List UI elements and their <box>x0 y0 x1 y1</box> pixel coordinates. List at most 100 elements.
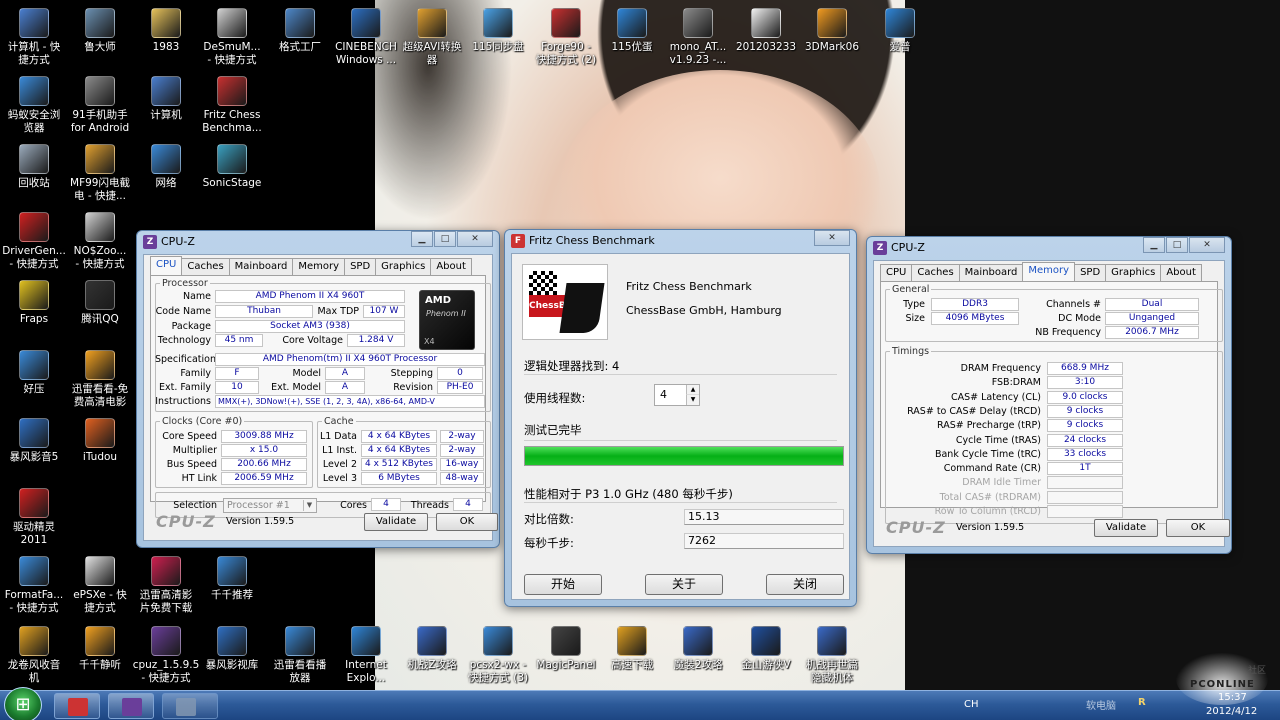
window-titlebar[interactable]: Z CPU-Z ▁ □ ✕ <box>867 237 1231 259</box>
minimize-button[interactable]: ▁ <box>1143 237 1165 253</box>
desktop-icon[interactable]: SonicStage <box>198 144 266 190</box>
watermark-text: PCONLINE <box>1190 679 1255 690</box>
separator <box>524 502 837 503</box>
clock-date[interactable]: 2012/4/12 <box>1206 706 1257 717</box>
desktop-icon[interactable]: Forge90 - 快捷方式 (2) <box>532 8 600 67</box>
desktop-icon[interactable]: 115优蛋 <box>598 8 666 54</box>
desktop-icon[interactable]: 计算机 <box>132 76 200 122</box>
desktop-icon[interactable]: MagicPanel <box>532 626 600 672</box>
cpuz-memory-window[interactable]: Z CPU-Z ▁ □ ✕ CPU Caches Mainboard Memor… <box>866 236 1232 554</box>
desktop-icon[interactable]: ePSXe - 快 捷方式 <box>66 556 134 615</box>
close-button[interactable]: ✕ <box>1189 237 1225 253</box>
spin-down-icon[interactable]: ▼ <box>686 395 699 405</box>
tab-cpu[interactable]: CPU <box>150 256 183 275</box>
tab-about[interactable]: About <box>430 258 472 275</box>
desktop-icon[interactable]: pcsx2-wx - 快捷方式 (3) <box>464 626 532 685</box>
start-button[interactable]: ⊞ <box>4 687 42 720</box>
desktop-icon[interactable]: 腾讯QQ <box>66 280 134 326</box>
threads-spinbox[interactable]: 4 ▲ ▼ <box>654 384 700 406</box>
clock-time[interactable]: 15:37 <box>1218 692 1247 703</box>
desktop-icon[interactable]: 千千推荐 <box>198 556 266 602</box>
windows-logo-icon: ⊞ <box>15 694 31 715</box>
taskbar-fritz-button[interactable] <box>54 693 100 719</box>
desktop-icon[interactable]: 1983 <box>132 8 200 54</box>
desktop-icon[interactable]: 91手机助手 for Android <box>66 76 134 135</box>
desktop-icon[interactable]: cpuz_1.5.9.5 - 快捷方式 <box>132 626 200 685</box>
desktop-icon[interactable]: DriverGen... - 快捷方式 <box>0 212 68 271</box>
spin-up-icon[interactable]: ▲ <box>686 385 699 395</box>
desktop-icon[interactable]: NO$Zoo... - 快捷方式 <box>66 212 134 271</box>
desktop-icon[interactable]: 蚂蚁安全浏 览器 <box>0 76 68 135</box>
desktop-icon[interactable]: 高速下载 <box>598 626 666 672</box>
l1data-value: 4 x 64 KBytes <box>361 430 437 443</box>
tab-graphics[interactable]: Graphics <box>375 258 432 275</box>
desktop-icon[interactable]: iTudou <box>66 418 134 464</box>
desktop-icon[interactable]: 网络 <box>132 144 200 190</box>
minimize-button[interactable]: ▁ <box>411 231 433 247</box>
validate-button[interactable]: Validate <box>364 513 428 531</box>
taskbar-pinned-button[interactable] <box>162 693 218 719</box>
desktop-app-icon <box>751 626 781 656</box>
tab-spd[interactable]: SPD <box>344 258 377 275</box>
tab-memory[interactable]: Memory <box>292 258 346 275</box>
ime-indicator[interactable]: R <box>1138 697 1146 708</box>
tab-graphics[interactable]: Graphics <box>1105 264 1162 281</box>
desktop-icon[interactable]: 迅雷看看播 放器 <box>266 626 334 685</box>
tab-mainboard[interactable]: Mainboard <box>958 264 1024 281</box>
desktop-icon[interactable]: Fraps <box>0 280 68 326</box>
desktop-icon[interactable]: 暴风影视库 <box>198 626 266 672</box>
tab-caches[interactable]: Caches <box>911 264 960 281</box>
ok-button[interactable]: OK <box>436 513 498 531</box>
tab-mainboard[interactable]: Mainboard <box>228 258 294 275</box>
fritz-chess-window[interactable]: F Fritz Chess Benchmark ✕ ChessBase Frit… <box>504 229 857 607</box>
desktop-icon[interactable]: DeSmuM... - 快捷方式 <box>198 8 266 67</box>
tab-about[interactable]: About <box>1160 264 1202 281</box>
desktop-icon[interactable]: CINEBENCH Windows ... <box>332 8 400 67</box>
maximize-button[interactable]: □ <box>434 231 456 247</box>
window-titlebar[interactable]: Z CPU-Z ▁ □ ✕ <box>137 231 499 253</box>
ok-button[interactable]: OK <box>1166 519 1230 537</box>
desktop-icon[interactable]: 计算机 - 快 捷方式 <box>0 8 68 67</box>
desktop-icon[interactable]: 回收站 <box>0 144 68 190</box>
desktop-icon[interactable]: 格式工厂 <box>266 8 334 54</box>
desktop-icon[interactable]: 机战再世篇 隐藏机体 <box>798 626 866 685</box>
desktop-icon[interactable]: 驱动精灵 2011 <box>0 488 68 547</box>
desktop-icon[interactable]: mono_AT... v1.9.23 -... <box>664 8 732 67</box>
desktop-icon[interactable]: 爱普 <box>866 8 934 54</box>
window-titlebar[interactable]: F Fritz Chess Benchmark ✕ <box>505 230 856 252</box>
desktop-icon[interactable]: 暴风影音5 <box>0 418 68 464</box>
desktop-icon[interactable]: MF99闪电截 电 - 快捷... <box>66 144 134 203</box>
close-button[interactable]: ✕ <box>814 230 850 246</box>
desktop-icon[interactable]: 魔装2攻略 <box>664 626 732 672</box>
desktop-icon[interactable]: 鲁大师 <box>66 8 134 54</box>
desktop-icon[interactable]: Internet Explo... <box>332 626 400 685</box>
desktop-icon[interactable]: 龙卷风收音 机 <box>0 626 68 685</box>
clocks-legend: Clocks (Core #0) <box>162 416 243 427</box>
about-button[interactable]: 关于 <box>645 574 723 595</box>
desktop-icon[interactable]: 好压 <box>0 350 68 396</box>
start-button[interactable]: 开始 <box>524 574 602 595</box>
desktop-icon[interactable]: 千千静听 <box>66 626 134 672</box>
tab-memory[interactable]: Memory <box>1022 262 1076 281</box>
desktop-icon[interactable]: 迅雷高清影 片免费下载 <box>132 556 200 615</box>
desktop-icon[interactable]: 115同步盘 <box>464 8 532 54</box>
desktop-icon[interactable]: 201203233 <box>732 8 800 54</box>
close-dialog-button[interactable]: 关闭 <box>766 574 844 595</box>
tab-cpu[interactable]: CPU <box>880 264 913 281</box>
desktop-icon[interactable]: 金山游侠V <box>732 626 800 672</box>
close-button[interactable]: ✕ <box>457 231 493 247</box>
cpuz-cpu-window[interactable]: Z CPU-Z ▁ □ ✕ CPU Caches Mainboard Memor… <box>136 230 500 548</box>
size-value: 4096 MBytes <box>931 312 1019 325</box>
desktop-icon[interactable]: FormatFa... - 快捷方式 <box>0 556 68 615</box>
tab-caches[interactable]: Caches <box>181 258 230 275</box>
desktop-icon[interactable]: Fritz Chess Benchma... <box>198 76 266 135</box>
desktop-icon[interactable]: 机战Z攻略 <box>398 626 466 672</box>
desktop-icon[interactable]: 超级AVI转换 器 <box>398 8 466 67</box>
desktop-icon[interactable]: 迅雷看看-免 费高清电影 <box>66 350 134 409</box>
tab-spd[interactable]: SPD <box>1074 264 1107 281</box>
language-indicator[interactable]: CH <box>964 699 979 710</box>
taskbar-cpuz-button[interactable] <box>108 693 154 719</box>
maximize-button[interactable]: □ <box>1166 237 1188 253</box>
validate-button[interactable]: Validate <box>1094 519 1158 537</box>
desktop-icon[interactable]: 3DMark06 <box>798 8 866 54</box>
